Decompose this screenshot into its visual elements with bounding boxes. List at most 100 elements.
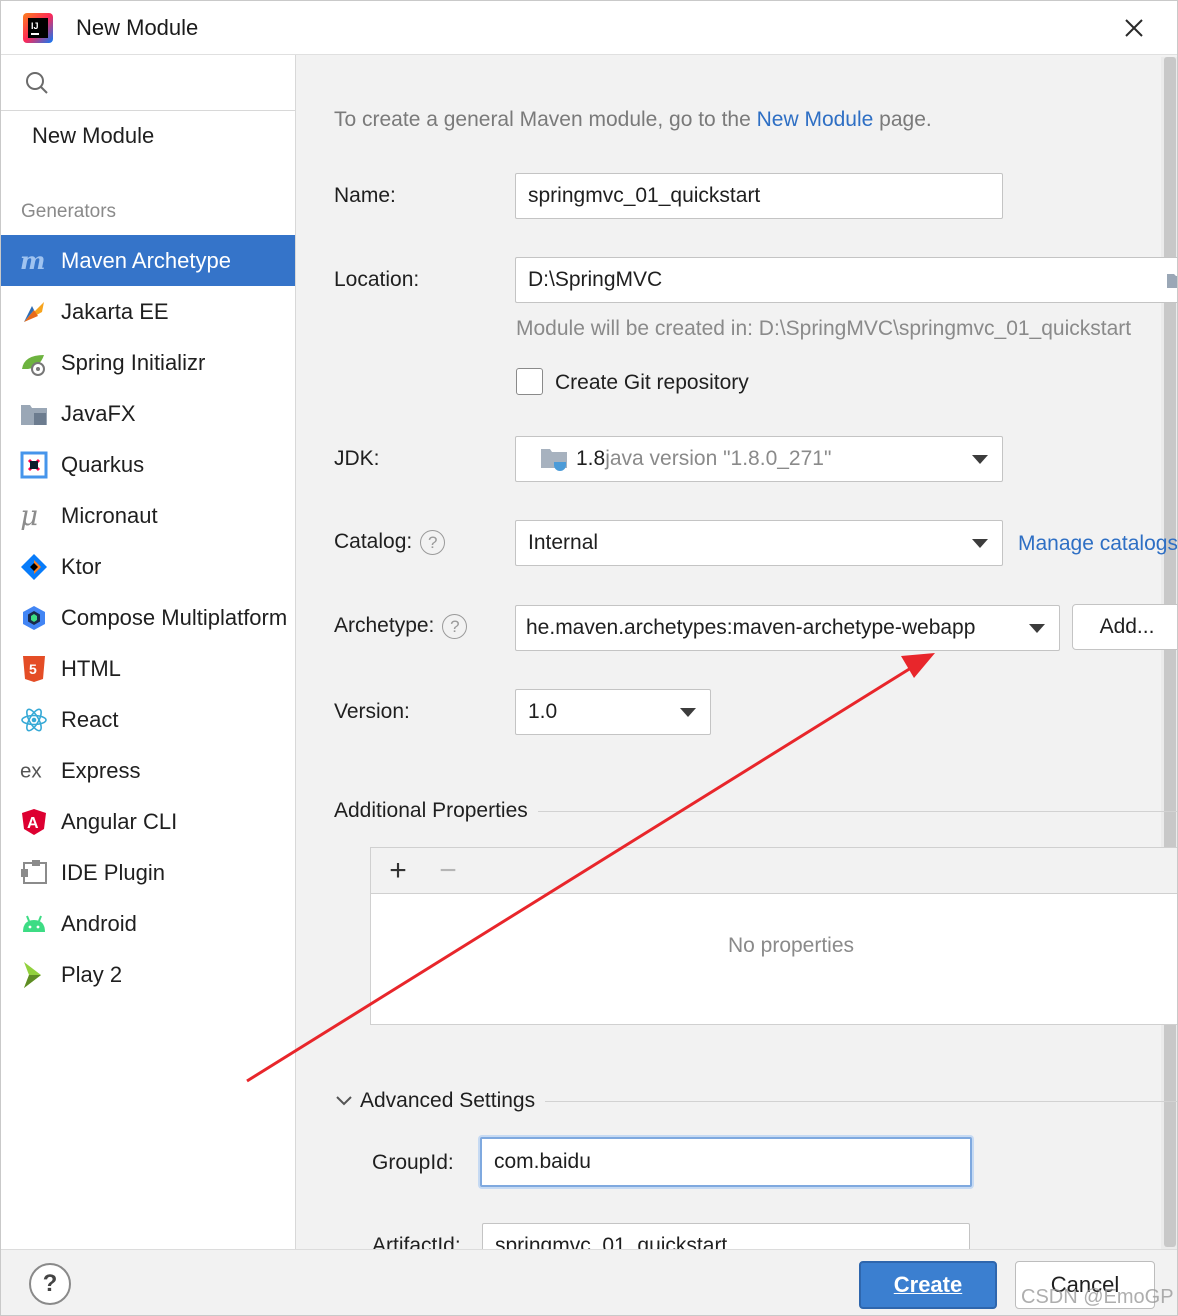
- sidebar-item-new-module[interactable]: New Module: [32, 123, 154, 149]
- git-repository-label: Create Git repository: [555, 371, 749, 394]
- compose-icon: [20, 604, 48, 632]
- new-module-dialog: IJ New Module New Module Generators m Ma…: [0, 0, 1178, 1316]
- maven-icon: m: [20, 247, 48, 275]
- sidebar: New Module Generators m Maven Archetype …: [1, 55, 296, 1249]
- window-title: New Module: [76, 15, 199, 40]
- catalog-value: Internal: [528, 531, 599, 554]
- svg-text:IJ: IJ: [31, 21, 39, 31]
- name-value: springmvc_01_quickstart: [528, 184, 761, 207]
- archetype-label: Archetype:: [334, 614, 435, 638]
- sidebar-item-compose-multiplatform[interactable]: Compose Multiplatform: [1, 592, 295, 643]
- svg-text:5: 5: [29, 661, 37, 677]
- sidebar-item-label: IDE Plugin: [61, 859, 165, 885]
- sidebar-item-spring-initializr[interactable]: Spring Initializr: [1, 337, 295, 388]
- sidebar-item-label: React: [61, 706, 119, 732]
- spring-icon: [20, 349, 48, 377]
- minus-icon: −: [439, 854, 457, 887]
- sidebar-item-maven-archetype[interactable]: m Maven Archetype: [1, 235, 295, 286]
- android-icon: [20, 910, 48, 938]
- archetype-value: he.maven.archetypes:maven-archetype-weba…: [526, 616, 976, 639]
- new-module-link[interactable]: New Module: [757, 108, 874, 131]
- create-button[interactable]: Create: [859, 1261, 997, 1309]
- sidebar-item-html[interactable]: 5 HTML: [1, 643, 295, 694]
- sidebar-item-javafx[interactable]: JavaFX: [1, 388, 295, 439]
- archetype-help-icon[interactable]: ?: [442, 614, 468, 639]
- sidebar-item-label: Play 2: [61, 961, 123, 987]
- sidebar-search[interactable]: [1, 55, 295, 111]
- sidebar-item-ide-plugin[interactable]: IDE Plugin: [1, 847, 295, 898]
- help-icon: ?: [42, 1270, 58, 1297]
- play-icon: [20, 961, 48, 989]
- sidebar-item-micronaut[interactable]: μ Micronaut: [1, 490, 295, 541]
- sidebar-item-jakarta-ee[interactable]: Jakarta EE: [1, 286, 295, 337]
- sidebar-item-label: JavaFX: [61, 400, 136, 426]
- react-icon: [20, 706, 48, 734]
- intro-suffix: page.: [873, 108, 932, 131]
- sidebar-item-label: Maven Archetype: [61, 247, 231, 273]
- sidebar-item-android[interactable]: Android: [1, 898, 295, 949]
- location-hint: Module will be created in: D:\SpringMVC\…: [516, 317, 1132, 340]
- chevron-down-icon: [336, 1096, 352, 1106]
- sidebar-item-label: Android: [61, 910, 137, 936]
- angular-icon: A: [20, 808, 48, 836]
- quarkus-icon: [20, 451, 48, 479]
- scrollbar-thumb[interactable]: [1164, 57, 1176, 1247]
- manage-catalogs-link[interactable]: Manage catalogs: [1018, 532, 1177, 556]
- svg-text:m: m: [20, 249, 45, 273]
- jdk-dropdown[interactable]: 1.8 java version "1.8.0_271": [515, 436, 1003, 482]
- intro-text: To create a general Maven module, go to …: [334, 108, 932, 132]
- catalog-label: Catalog:: [334, 530, 413, 554]
- folder-icon[interactable]: [1166, 271, 1178, 289]
- add-property-button[interactable]: +: [380, 853, 416, 889]
- ktor-icon: [20, 553, 48, 581]
- close-icon: [1125, 19, 1143, 37]
- micronaut-icon: μ: [20, 502, 48, 530]
- sidebar-item-quarkus[interactable]: Quarkus: [1, 439, 295, 490]
- chevron-down-icon: [972, 455, 988, 464]
- sidebar-item-express[interactable]: ex Express: [1, 745, 295, 796]
- catalog-help-icon[interactable]: ?: [420, 530, 446, 555]
- module-settings-panel: [297, 55, 1163, 1249]
- sidebar-item-label: Micronaut: [61, 502, 158, 528]
- vertical-scrollbar[interactable]: [1161, 57, 1177, 1249]
- sidebar-item-label: Compose Multiplatform: [61, 604, 288, 630]
- sidebar-item-react[interactable]: React: [1, 694, 295, 745]
- groupid-value: com.baidu: [494, 1150, 591, 1173]
- additional-properties-table: + − No properties: [370, 847, 1177, 1025]
- advanced-settings-toggle[interactable]: Advanced Settings: [334, 1089, 546, 1113]
- sidebar-item-label: Angular CLI: [61, 808, 178, 834]
- add-archetype-button[interactable]: Add...: [1072, 604, 1177, 650]
- archetype-label-row: Archetype:?: [334, 614, 468, 639]
- chevron-down-icon: [972, 539, 988, 548]
- plus-icon: +: [389, 854, 407, 887]
- catalog-dropdown[interactable]: Internal: [515, 520, 1003, 566]
- svg-text:ex: ex: [20, 759, 42, 782]
- title-bar: IJ New Module: [1, 1, 1177, 55]
- version-dropdown[interactable]: 1.0: [515, 689, 711, 735]
- help-button[interactable]: ?: [29, 1263, 71, 1305]
- location-label: Location:: [334, 268, 420, 291]
- sidebar-item-label: Spring Initializr: [61, 349, 206, 375]
- sidebar-item-angular-cli[interactable]: A Angular CLI: [1, 796, 295, 847]
- location-value: D:\SpringMVC: [528, 268, 663, 291]
- jdk-detail: java version "1.8.0_271": [605, 447, 832, 470]
- groupid-field[interactable]: com.baidu: [480, 1137, 972, 1187]
- groupid-label: GroupId:: [372, 1151, 454, 1174]
- sidebar-item-ktor[interactable]: Ktor: [1, 541, 295, 592]
- jdk-label: JDK:: [334, 447, 380, 470]
- intro-prefix: To create a general Maven module, go to …: [334, 108, 757, 131]
- close-button[interactable]: [1115, 9, 1153, 47]
- no-properties-text: No properties: [727, 934, 855, 957]
- search-icon: [26, 72, 48, 94]
- git-repository-checkbox[interactable]: [516, 368, 543, 395]
- remove-property-button: −: [430, 853, 466, 889]
- chevron-down-icon: [680, 708, 696, 717]
- name-field[interactable]: springmvc_01_quickstart: [515, 173, 1003, 219]
- generators-header: Generators: [21, 201, 117, 222]
- archetype-dropdown[interactable]: he.maven.archetypes:maven-archetype-weba…: [515, 605, 1060, 651]
- svg-text:μ: μ: [20, 502, 38, 530]
- sidebar-item-play-2[interactable]: Play 2: [1, 949, 295, 1000]
- location-field[interactable]: D:\SpringMVC: [515, 257, 1178, 303]
- svg-text:A: A: [27, 815, 39, 832]
- advanced-settings-title: Advanced Settings: [360, 1089, 536, 1112]
